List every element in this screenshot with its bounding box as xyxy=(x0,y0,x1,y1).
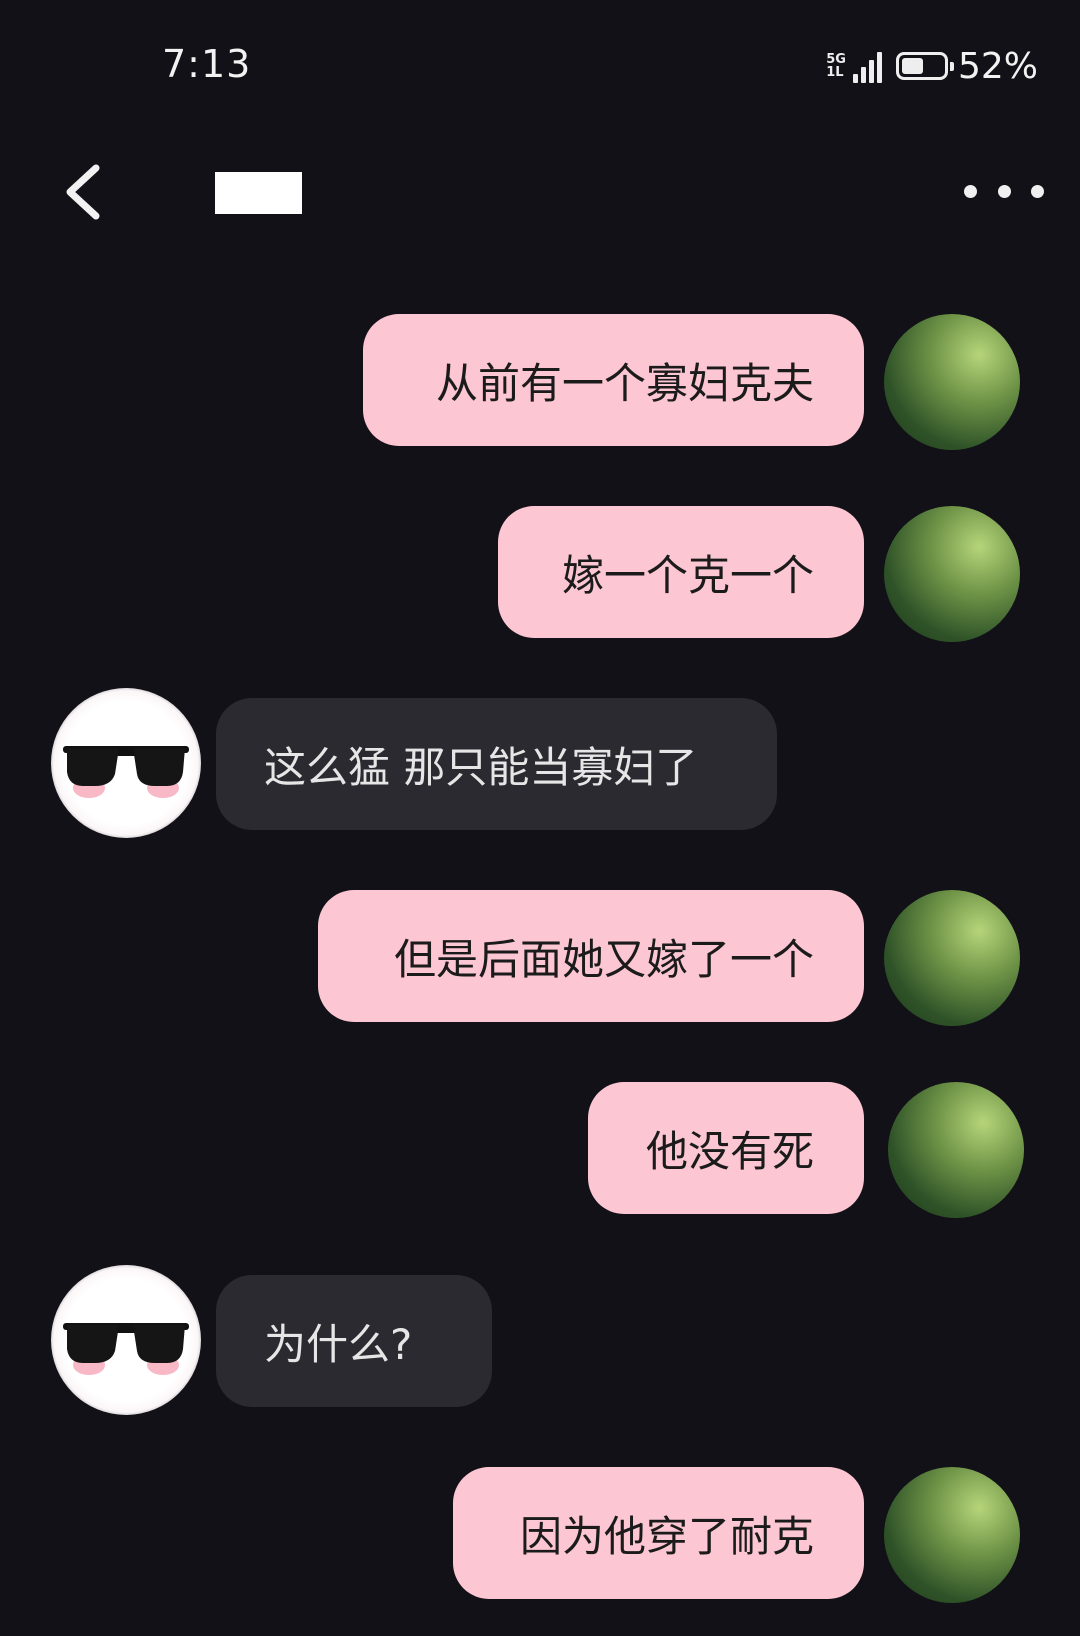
message-bubble[interactable]: 这么猛 那只能当寡妇了 xyxy=(216,698,777,830)
signal-icon xyxy=(850,49,882,83)
message-bubble[interactable]: 从前有一个寡妇克夫 xyxy=(363,314,864,446)
message-text: 他没有死 xyxy=(645,1126,814,1176)
battery-icon xyxy=(895,52,954,80)
message-text: 从前有一个寡妇克夫 xyxy=(435,358,814,408)
contact-name-redacted xyxy=(215,172,302,214)
network-type: 5G 1L xyxy=(826,53,846,79)
back-button[interactable] xyxy=(58,162,118,222)
message-bubble[interactable]: 他没有死 xyxy=(588,1082,864,1214)
message-bubble[interactable]: 嫁一个克一个 xyxy=(498,506,864,638)
message-text: 这么猛 那只能当寡妇了 xyxy=(264,742,698,792)
message-text: 嫁一个克一个 xyxy=(561,550,814,600)
chevron-left-icon xyxy=(66,164,100,220)
avatar[interactable] xyxy=(51,688,201,838)
status-indicators: 5G 1L 52% xyxy=(826,44,1038,88)
avatar[interactable] xyxy=(884,506,1020,642)
sunglasses-icon xyxy=(63,1323,189,1375)
avatar[interactable] xyxy=(884,314,1020,450)
avatar[interactable] xyxy=(884,1467,1020,1603)
message-bubble[interactable]: 因为他穿了耐克 xyxy=(453,1467,864,1599)
sunglasses-icon xyxy=(63,746,189,798)
message-bubble[interactable]: 为什么? xyxy=(216,1275,492,1407)
message-text: 因为他穿了耐克 xyxy=(519,1511,814,1561)
avatar[interactable] xyxy=(51,1265,201,1415)
chat-header xyxy=(0,140,1080,240)
status-time: 7:13 xyxy=(162,42,252,86)
network-type-bottom: 1L xyxy=(826,65,844,80)
more-horizontal-icon xyxy=(964,184,977,198)
message-text: 为什么? xyxy=(264,1319,413,1369)
more-options-button[interactable] xyxy=(964,176,1044,206)
message-text: 但是后面她又嫁了一个 xyxy=(393,934,814,984)
battery-percent: 52% xyxy=(957,45,1038,87)
avatar[interactable] xyxy=(888,1082,1024,1218)
message-bubble[interactable]: 但是后面她又嫁了一个 xyxy=(318,890,864,1022)
status-bar: 7:13 5G 1L 52% xyxy=(0,0,1080,130)
avatar[interactable] xyxy=(884,890,1020,1026)
